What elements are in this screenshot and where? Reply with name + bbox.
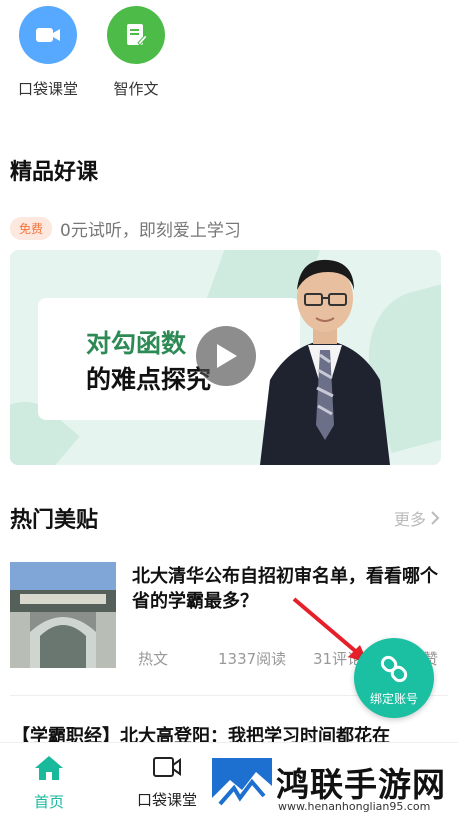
free-trial-row: 免费 0元试听，即刻爱上学习 [10, 216, 241, 241]
link-icon [380, 655, 408, 683]
home-icon [35, 756, 63, 780]
section-title-hot: 热门美贴 [10, 502, 103, 536]
free-tagline: 0元试听，即刻爱上学习 [60, 221, 241, 241]
section-title-premium: 精品好课 [10, 154, 103, 188]
article-title: 北大清华公布自招初审名单，看看哪个省的学霸最多？ [132, 566, 438, 612]
edit-note-icon [107, 6, 165, 64]
free-badge: 免费 [10, 217, 53, 240]
article-title-next[interactable]: 【学霸职经】北大高登阳：我把学习时间都花在 [12, 724, 452, 742]
course-banner[interactable]: 对勾函数 的难点探究 [10, 250, 441, 465]
article-reads: 1337阅读 [218, 650, 287, 668]
shortcut-pocket-class[interactable]: 口袋课堂 [8, 6, 88, 99]
shortcut-label: 口袋课堂 [17, 80, 78, 98]
watermark-name: 鸿联手游网 [276, 765, 446, 804]
site-watermark: 鸿联手游网 www.henanhonglian95.com [208, 756, 458, 818]
bind-account-button[interactable]: 绑定账号 [354, 638, 434, 718]
watermark-url: www.henanhonglian95.com [278, 800, 431, 813]
article-thumbnail [10, 562, 116, 668]
nav-home[interactable]: 首页 [4, 755, 94, 812]
nav-pocket-label: 口袋课堂 [136, 791, 197, 809]
play-button[interactable] [196, 326, 256, 386]
video-camera-icon [19, 6, 77, 64]
watermark-logo [212, 758, 272, 816]
more-link[interactable]: 更多 [394, 506, 440, 530]
shortcut-label: 智作文 [113, 80, 159, 98]
banner-title-line2: 的难点探究 [86, 365, 212, 394]
video-camera-icon [153, 757, 181, 777]
nav-pocket-class[interactable]: 口袋课堂 [122, 755, 212, 810]
bind-account-label: 绑定账号 [369, 692, 418, 706]
nav-home-label: 首页 [33, 793, 64, 811]
article-tag: 热文 [138, 650, 169, 668]
banner-title-line1: 对勾函数 [86, 329, 187, 358]
play-icon [217, 344, 237, 368]
chevron-right-icon [431, 511, 440, 525]
more-label: 更多 [393, 510, 426, 529]
teacher-photo [260, 259, 390, 465]
shortcut-smart-writing[interactable]: 智作文 [96, 6, 176, 99]
